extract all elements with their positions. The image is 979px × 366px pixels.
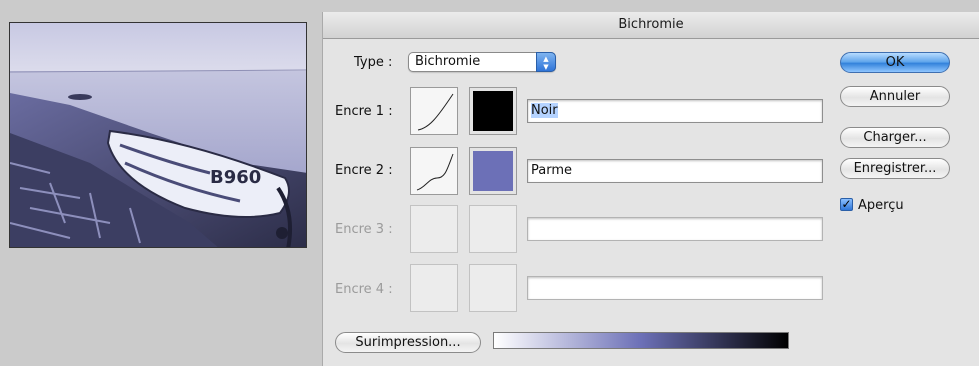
ink-4-name-field (527, 276, 823, 300)
cancel-button[interactable]: Annuler (840, 86, 950, 107)
ok-button[interactable]: OK (840, 52, 950, 73)
dialog-title: Bichromie (618, 17, 684, 32)
checkmark-icon: ✓ (841, 197, 852, 211)
duotone-dialog: Bichromie Type : Bichromie ▲ ▼ Encre 1 : … (322, 12, 979, 366)
ink-2-label: Encre 2 : (335, 163, 393, 178)
overprint-button[interactable]: Surimpression... (335, 332, 481, 353)
ink-2-name-field[interactable]: Parme (527, 159, 823, 183)
dialog-titlebar[interactable]: Bichromie (323, 12, 979, 39)
duotone-photo-preview: B960 (9, 22, 307, 248)
ink-1-name-value: Noir (531, 103, 558, 118)
curve-linear-icon (417, 93, 454, 131)
save-button[interactable]: Enregistrer... (840, 158, 950, 179)
type-select-value: Bichromie (415, 54, 481, 69)
ink-2-color-swatch[interactable] (469, 147, 517, 195)
type-label: Type : (354, 55, 393, 70)
preview-checkbox[interactable]: ✓ (840, 198, 853, 211)
curve-custom-icon (416, 153, 454, 191)
ink-1-color (473, 91, 513, 131)
ink-1-curve-button[interactable] (410, 87, 458, 135)
ink-1-name-field[interactable]: Noir (527, 99, 823, 123)
ink-2-color (473, 151, 513, 191)
ink-2-curve-button[interactable] (410, 147, 458, 195)
ink-4-color-swatch (469, 264, 517, 312)
boat-marking: B960 (210, 167, 261, 188)
ink-3-label: Encre 3 : (335, 222, 393, 237)
select-arrows-icon: ▲ ▼ (536, 52, 556, 72)
ink-4-label: Encre 4 : (335, 282, 393, 297)
ink-1-label: Encre 1 : (335, 104, 393, 119)
load-button[interactable]: Charger... (840, 127, 950, 148)
ink-4-curve-button (410, 264, 458, 312)
overprint-gradient-bar (493, 332, 789, 349)
ink-2-name-value: Parme (531, 163, 572, 178)
type-select[interactable]: Bichromie ▲ ▼ (408, 52, 556, 72)
ink-1-color-swatch[interactable] (469, 87, 517, 135)
ink-3-name-field (527, 217, 823, 241)
ink-3-curve-button (410, 205, 458, 253)
preview-label: Aperçu (858, 198, 904, 213)
ink-3-color-swatch (469, 205, 517, 253)
